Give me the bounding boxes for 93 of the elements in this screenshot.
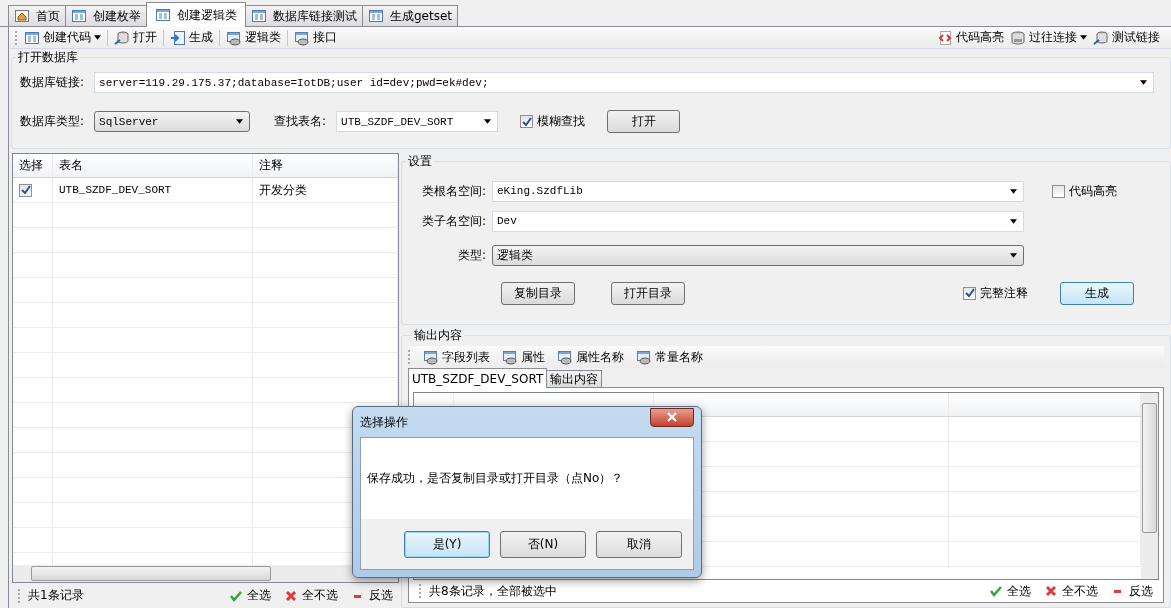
- sub-namespace-field[interactable]: Dev: [492, 210, 1024, 232]
- close-icon: [1045, 585, 1057, 597]
- tab[interactable]: 首页: [8, 5, 66, 26]
- field-label: 数据库链接:: [20, 74, 85, 91]
- tab[interactable]: 生成getset: [362, 5, 459, 26]
- close-button[interactable]: [650, 407, 694, 427]
- caret-icon: [1010, 218, 1017, 224]
- group-title: 设置: [407, 153, 433, 170]
- link-window-icon: [294, 29, 310, 46]
- dialog-button[interactable]: 否(N): [500, 530, 586, 558]
- toolbar-button[interactable]: 字段列表: [420, 347, 493, 367]
- toolbar-button[interactable]: 创建代码: [21, 27, 104, 48]
- db-type-dropdown[interactable]: SqlServer: [94, 111, 251, 132]
- check-icon: [990, 585, 1002, 597]
- window-icon: [251, 8, 267, 24]
- toolbar-button[interactable]: 生成: [167, 27, 216, 48]
- dialog-button[interactable]: 取消: [596, 530, 682, 558]
- column-header: 选择: [13, 154, 53, 177]
- caret-icon: [484, 119, 492, 124]
- caret-icon: [94, 35, 101, 40]
- document-icon: [170, 29, 186, 46]
- link-window-icon: [226, 29, 242, 46]
- table-name-field[interactable]: UTB_SZDF_DEV_SORT: [336, 111, 499, 132]
- close-icon: [667, 412, 677, 422]
- toolbar-button[interactable]: 全选: [990, 582, 1031, 600]
- link-window-icon: [636, 349, 652, 365]
- tab[interactable]: 输出内容: [546, 370, 603, 387]
- caret-icon: [1140, 80, 1147, 85]
- column-header: 表名: [53, 154, 253, 177]
- checkbox-label: 模糊查找: [537, 113, 586, 130]
- code-file-icon: [937, 29, 953, 46]
- scrollbar[interactable]: [1141, 393, 1158, 579]
- status-text: 共8条记录，全部被选中: [429, 582, 557, 600]
- checkbox[interactable]: [963, 286, 976, 300]
- caret-icon: [236, 119, 244, 124]
- scrollbar[interactable]: [13, 565, 398, 582]
- caret-icon: [1080, 35, 1087, 40]
- window-icon: [368, 8, 384, 24]
- column-header: 注释: [253, 154, 398, 177]
- link-window-icon: [557, 349, 573, 365]
- toolbar-button[interactable]: 常量名称: [633, 347, 706, 367]
- checkbox[interactable]: [19, 183, 32, 197]
- field-label: 查找表名:: [274, 113, 327, 130]
- toolbar-button[interactable]: 打开: [111, 27, 160, 48]
- field-label: 类型:: [456, 246, 487, 264]
- dialog-message: 保存成功，是否复制目录或打开目录（点No）？: [367, 470, 624, 487]
- type-dropdown[interactable]: 逻辑类: [492, 244, 1024, 266]
- table-cell: 开发分类: [253, 178, 398, 202]
- field-label: 数据库类型:: [20, 113, 85, 130]
- dialog-title: 选择操作: [360, 413, 408, 431]
- checkbox-label: 完整注释: [980, 284, 1028, 302]
- tab[interactable]: 创建逻辑类: [146, 2, 246, 27]
- status-text: 共1条记录: [28, 587, 84, 604]
- toolbar-button[interactable]: 过往连接: [1007, 27, 1090, 48]
- dialog-button[interactable]: 是(Y): [404, 530, 490, 558]
- root-namespace-field[interactable]: eKing.SzdfLib: [492, 180, 1024, 202]
- tab[interactable]: 创建枚举: [65, 5, 147, 26]
- toolbar-button[interactable]: 属性: [499, 347, 548, 367]
- toolbar-button[interactable]: 全选: [230, 587, 271, 604]
- caret-icon: [1010, 252, 1017, 258]
- window-icon: [24, 29, 40, 46]
- toolbar-button[interactable]: 全不选: [285, 587, 338, 604]
- toolbar-button[interactable]: 反选: [352, 587, 393, 604]
- tab[interactable]: 数据库链接测试: [245, 5, 363, 26]
- window-icon: [155, 7, 171, 23]
- link-window-icon: [502, 349, 518, 365]
- house-icon: [14, 8, 30, 24]
- table-cell: UTB_SZDF_DEV_SORT: [53, 178, 253, 202]
- toolbar-button[interactable]: 接口: [291, 27, 340, 48]
- group-title: 打开数据库: [17, 49, 79, 66]
- toolbar-button[interactable]: 全不选: [1045, 582, 1098, 600]
- toolbar-button[interactable]: 测试链接: [1090, 27, 1163, 48]
- close-icon: [285, 589, 297, 602]
- window-icon: [71, 8, 87, 24]
- field-label: 类子名空间:: [420, 212, 487, 230]
- caret-icon: [1010, 188, 1017, 194]
- toolbar-button[interactable]: 属性名称: [554, 347, 627, 367]
- open-button[interactable]: 打开: [607, 110, 681, 133]
- checkbox-label: 代码高亮: [1069, 182, 1117, 200]
- checkbox[interactable]: [1052, 184, 1065, 198]
- toolbar-button[interactable]: 复制目录: [501, 281, 575, 305]
- toolbar-button[interactable]: 逻辑类: [223, 27, 284, 48]
- toolbar-button[interactable]: 打开目录: [611, 281, 685, 305]
- checkbox[interactable]: [520, 115, 534, 128]
- toolbar-button[interactable]: 反选: [1112, 582, 1153, 600]
- tab[interactable]: UTB_SZDF_DEV_SORT: [408, 368, 548, 388]
- field-label: 类根名空间:: [420, 182, 487, 200]
- connection-field[interactable]: server=119.29.175.37;database=IotDB;user id=dev;pwd=ek#dev;: [94, 72, 1154, 93]
- check-icon: [230, 589, 242, 602]
- generate-button[interactable]: 生成: [1060, 281, 1134, 305]
- link-window-icon: [423, 349, 439, 365]
- toolbar-button[interactable]: 代码高亮: [934, 27, 1007, 48]
- group-title: 输出内容: [413, 327, 463, 344]
